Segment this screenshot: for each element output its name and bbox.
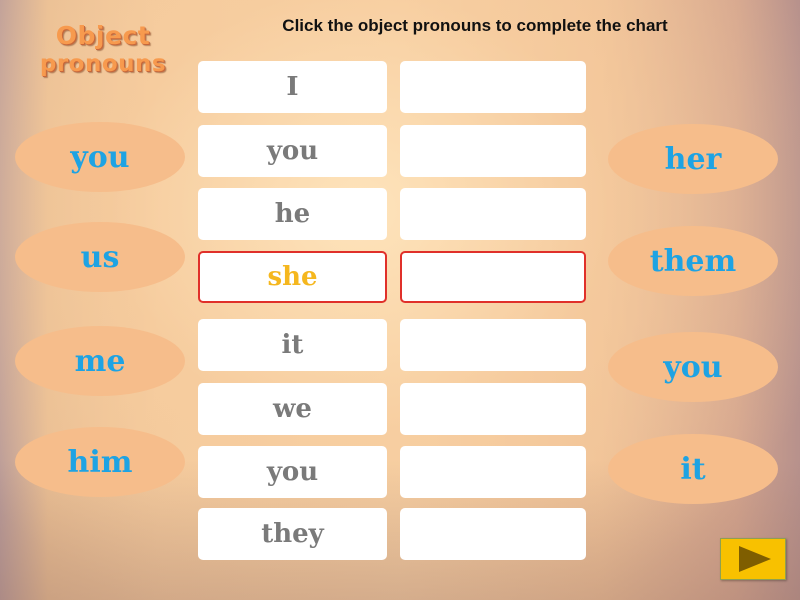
instruction-text: Click the object pronouns to complete th…: [282, 16, 668, 35]
option-us[interactable]: us: [15, 222, 185, 292]
subject-cell: you: [198, 125, 387, 177]
page-title: Object pronouns: [18, 22, 188, 78]
play-icon: [739, 546, 771, 572]
object-cell[interactable]: [400, 125, 586, 177]
option-them[interactable]: them: [608, 226, 778, 296]
subject-cell-active: she: [198, 251, 387, 303]
object-cell[interactable]: [400, 383, 586, 435]
object-cell[interactable]: [400, 61, 586, 113]
next-button[interactable]: [720, 538, 786, 580]
object-cell[interactable]: [400, 446, 586, 498]
option-you[interactable]: you: [15, 122, 185, 192]
object-cell[interactable]: [400, 319, 586, 371]
option-me[interactable]: me: [15, 326, 185, 396]
object-cell-active[interactable]: [400, 251, 586, 303]
object-cell[interactable]: [400, 508, 586, 560]
subject-cell: they: [198, 508, 387, 560]
subject-cell: it: [198, 319, 387, 371]
object-cell[interactable]: [400, 188, 586, 240]
option-her[interactable]: her: [608, 124, 778, 194]
option-him[interactable]: him: [15, 427, 185, 497]
subject-cell: you: [198, 446, 387, 498]
title-line-1: Object: [55, 21, 151, 50]
subject-cell: we: [198, 383, 387, 435]
title-line-2: pronouns: [39, 51, 167, 77]
option-it[interactable]: it: [608, 434, 778, 504]
subject-cell: he: [198, 188, 387, 240]
subject-cell: I: [198, 61, 387, 113]
option-you-2[interactable]: you: [608, 332, 778, 402]
